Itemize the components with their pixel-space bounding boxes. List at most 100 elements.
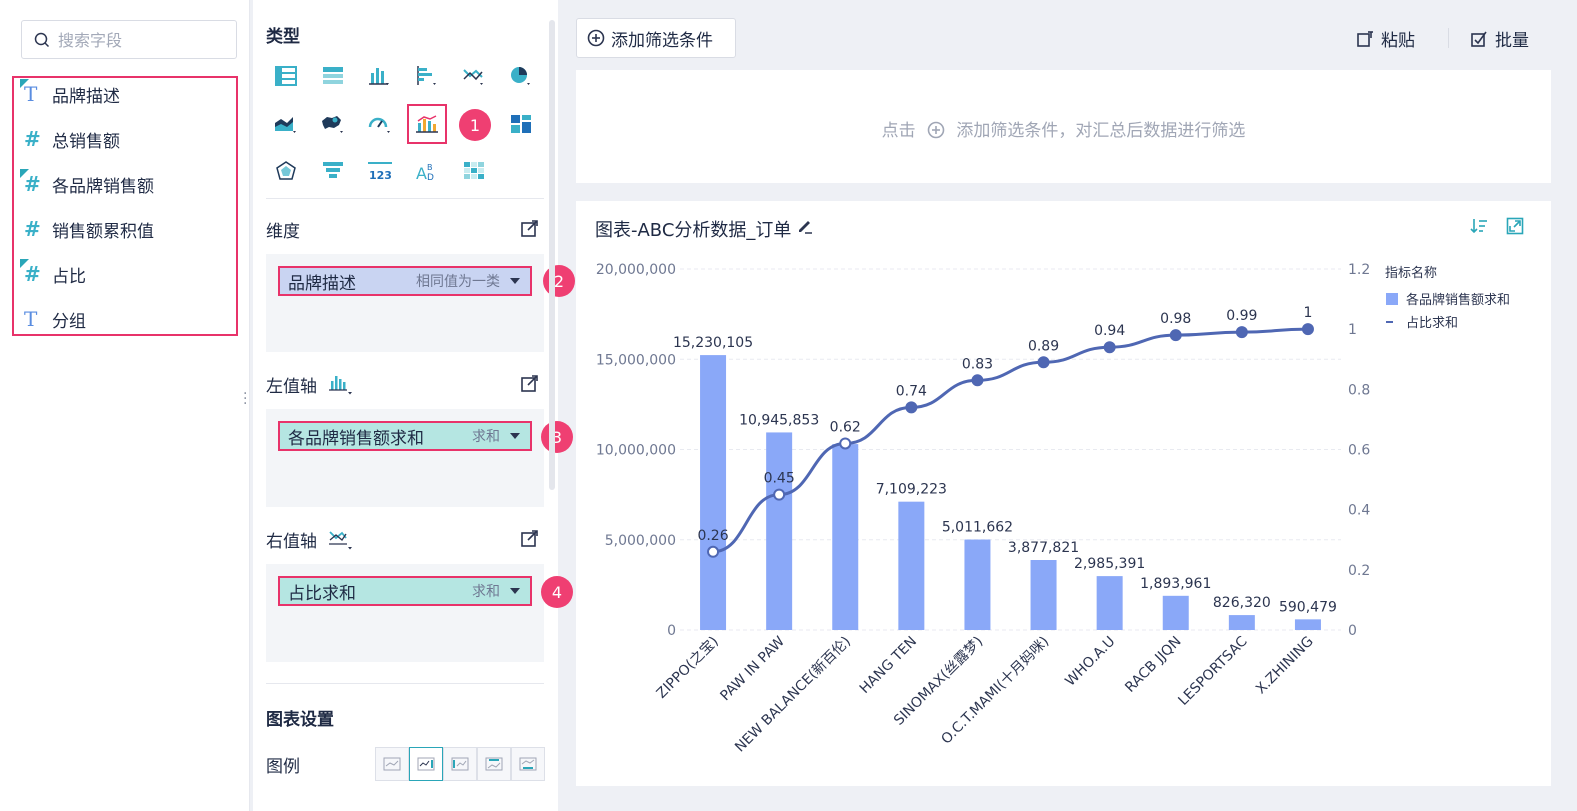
field-search-input[interactable] bbox=[58, 27, 228, 53]
legend-right-option[interactable] bbox=[409, 747, 443, 781]
field-item[interactable]: # 占比 bbox=[20, 259, 234, 289]
field-item[interactable]: T 分组 bbox=[24, 304, 234, 334]
legend-left-option[interactable] bbox=[443, 747, 477, 781]
left-axis-drop-area[interactable]: 各品牌销售额求和 求和 bbox=[266, 409, 544, 507]
dropdown-caret-icon[interactable] bbox=[510, 433, 520, 439]
legend-top-option[interactable] bbox=[477, 747, 511, 781]
line-point bbox=[1037, 356, 1050, 369]
right-axis-drop-area[interactable]: 占比求和 求和 bbox=[266, 564, 544, 662]
dimension-label: 维度 bbox=[266, 222, 300, 242]
line-data-label: 0.26 bbox=[697, 528, 728, 544]
right-axis-pill-agg: 求和 bbox=[472, 584, 500, 600]
step-badge-4: 4 bbox=[541, 576, 573, 608]
left-axis-pill-agg: 求和 bbox=[472, 429, 500, 445]
dimension-pill[interactable]: 品牌描述 相同值为一类 bbox=[278, 266, 532, 296]
detail-table-type-icon[interactable] bbox=[319, 62, 347, 90]
bar-chart-type-icon[interactable] bbox=[366, 62, 394, 90]
field-item[interactable]: T 品牌描述 bbox=[20, 79, 234, 109]
dashboard-type-icon[interactable] bbox=[507, 110, 535, 138]
funnel-type-icon[interactable] bbox=[319, 157, 347, 185]
line-point bbox=[707, 545, 720, 558]
heatmap-type-icon[interactable] bbox=[460, 157, 488, 185]
left-axis-pill[interactable]: 各品牌销售额求和 求和 bbox=[278, 421, 532, 451]
radar-type-icon[interactable] bbox=[272, 157, 300, 185]
bar-data-label: 2,985,391 bbox=[1074, 556, 1145, 572]
right-axis-tick-label: 0.4 bbox=[1348, 503, 1370, 519]
bar-data-label: 590,479 bbox=[1279, 599, 1337, 615]
right-axis-label: 右值轴 bbox=[266, 532, 317, 552]
right-axis-tick-label: 0.6 bbox=[1348, 443, 1370, 459]
paste-icon bbox=[1357, 30, 1373, 47]
right-axis-chart-type-icon[interactable] bbox=[328, 528, 354, 550]
dimension-edit-icon[interactable] bbox=[521, 220, 539, 238]
combo-chart-type-icon-selected[interactable] bbox=[407, 104, 447, 144]
gauge-type-icon[interactable] bbox=[366, 110, 394, 138]
x-axis-tick-label: PAW IN PAW bbox=[717, 633, 788, 704]
right-axis-tick-label: 1 bbox=[1348, 322, 1357, 338]
field-search-box[interactable] bbox=[21, 20, 237, 59]
line-data-label: 0.45 bbox=[764, 471, 795, 487]
filter-condition-area[interactable]: 点击 添加筛选条件，对汇总后数据进行筛选 bbox=[576, 70, 1551, 183]
left-axis-tick-label: 10,000,000 bbox=[596, 443, 676, 459]
map-type-icon[interactable] bbox=[319, 110, 347, 138]
config-scrollbar[interactable] bbox=[549, 20, 555, 490]
kpi-number-type-icon[interactable]: 123 bbox=[366, 157, 394, 185]
panel-resize-handle[interactable]: · · · bbox=[243, 387, 247, 411]
legend-bar-label: 各品牌销售额求和 bbox=[1406, 292, 1510, 308]
paste-button[interactable]: 粘贴 bbox=[1356, 26, 1415, 51]
line-data-label: 0.98 bbox=[1160, 311, 1191, 327]
right-axis-pill[interactable]: 占比求和 求和 bbox=[278, 576, 532, 606]
line-chart-type-icon[interactable] bbox=[460, 62, 488, 90]
pie-chart-type-icon[interactable] bbox=[507, 62, 535, 90]
step-badge-1: 1 bbox=[459, 109, 491, 141]
plus-circle-icon bbox=[927, 121, 945, 139]
field-item[interactable]: # 总销售额 bbox=[24, 124, 234, 154]
line-point bbox=[1169, 329, 1182, 342]
text-field-type-icon: T bbox=[24, 307, 38, 331]
horizontal-bar-type-icon[interactable] bbox=[413, 62, 441, 90]
left-axis-pill-label: 各品牌销售额求和 bbox=[288, 428, 424, 449]
field-item-label: 分组 bbox=[52, 311, 86, 332]
left-axis-chart-type-icon[interactable] bbox=[328, 373, 354, 395]
bar-data-label: 3,877,821 bbox=[1008, 540, 1079, 556]
edit-pencil-icon[interactable] bbox=[796, 217, 814, 235]
paste-label: 粘贴 bbox=[1381, 31, 1415, 51]
section-divider bbox=[266, 198, 544, 199]
filter-empty-hint: 点击 添加筛选条件，对汇总后数据进行筛选 bbox=[576, 116, 1551, 141]
dimension-pill-label: 品牌描述 bbox=[288, 273, 356, 294]
dropdown-caret-icon[interactable] bbox=[510, 278, 520, 284]
legend-none-option[interactable] bbox=[375, 747, 409, 781]
field-checked-marker bbox=[20, 79, 29, 88]
field-list: T 品牌描述 # 总销售额 # 各品牌销售额 # 销售额累积值 # 占比 T 分组 bbox=[12, 76, 238, 336]
dropdown-caret-icon[interactable] bbox=[510, 588, 520, 594]
line-point bbox=[773, 488, 786, 501]
sort-icon[interactable] bbox=[1469, 217, 1489, 235]
field-item[interactable]: # 销售额累积值 bbox=[24, 214, 234, 244]
field-item-label: 占比 bbox=[52, 266, 86, 287]
left-axis-tick-label: 20,000,000 bbox=[596, 262, 676, 278]
expand-icon[interactable] bbox=[1506, 217, 1524, 235]
field-item-label: 销售额累积值 bbox=[52, 221, 154, 242]
x-axis-tick-label: NEW BALANCE(新百伦) bbox=[732, 634, 854, 756]
bar-data-label: 5,011,662 bbox=[942, 520, 1013, 536]
add-filter-button[interactable]: 添加筛选条件 bbox=[576, 18, 736, 58]
table-type-icon[interactable] bbox=[272, 62, 300, 90]
bar-data-label: 1,893,961 bbox=[1140, 576, 1211, 592]
field-item[interactable]: # 各品牌销售额 bbox=[20, 169, 234, 199]
right-axis-edit-icon[interactable] bbox=[521, 530, 539, 548]
left-axis-edit-icon[interactable] bbox=[521, 375, 539, 393]
add-filter-label: 添加筛选条件 bbox=[611, 30, 713, 51]
batch-button[interactable]: 批量 bbox=[1470, 26, 1529, 51]
line-data-label: 1 bbox=[1303, 305, 1312, 321]
dimension-drop-area[interactable]: 品牌描述 相同值为一类 bbox=[266, 254, 544, 352]
x-axis-tick-label: O.C.T.MAMI(十月妈咪) bbox=[938, 634, 1052, 748]
svg-text:D: D bbox=[427, 173, 434, 182]
word-cloud-type-icon[interactable]: ABD bbox=[413, 157, 441, 185]
right-axis-tick-label: 1.2 bbox=[1348, 262, 1370, 278]
bar-data-label: 7,109,223 bbox=[876, 482, 947, 498]
left-axis-tick-label: 15,000,000 bbox=[596, 352, 676, 368]
svg-text:123: 123 bbox=[369, 169, 392, 182]
svg-text:B: B bbox=[427, 163, 433, 172]
legend-bottom-option[interactable] bbox=[511, 747, 545, 781]
area-chart-type-icon[interactable] bbox=[272, 110, 300, 138]
